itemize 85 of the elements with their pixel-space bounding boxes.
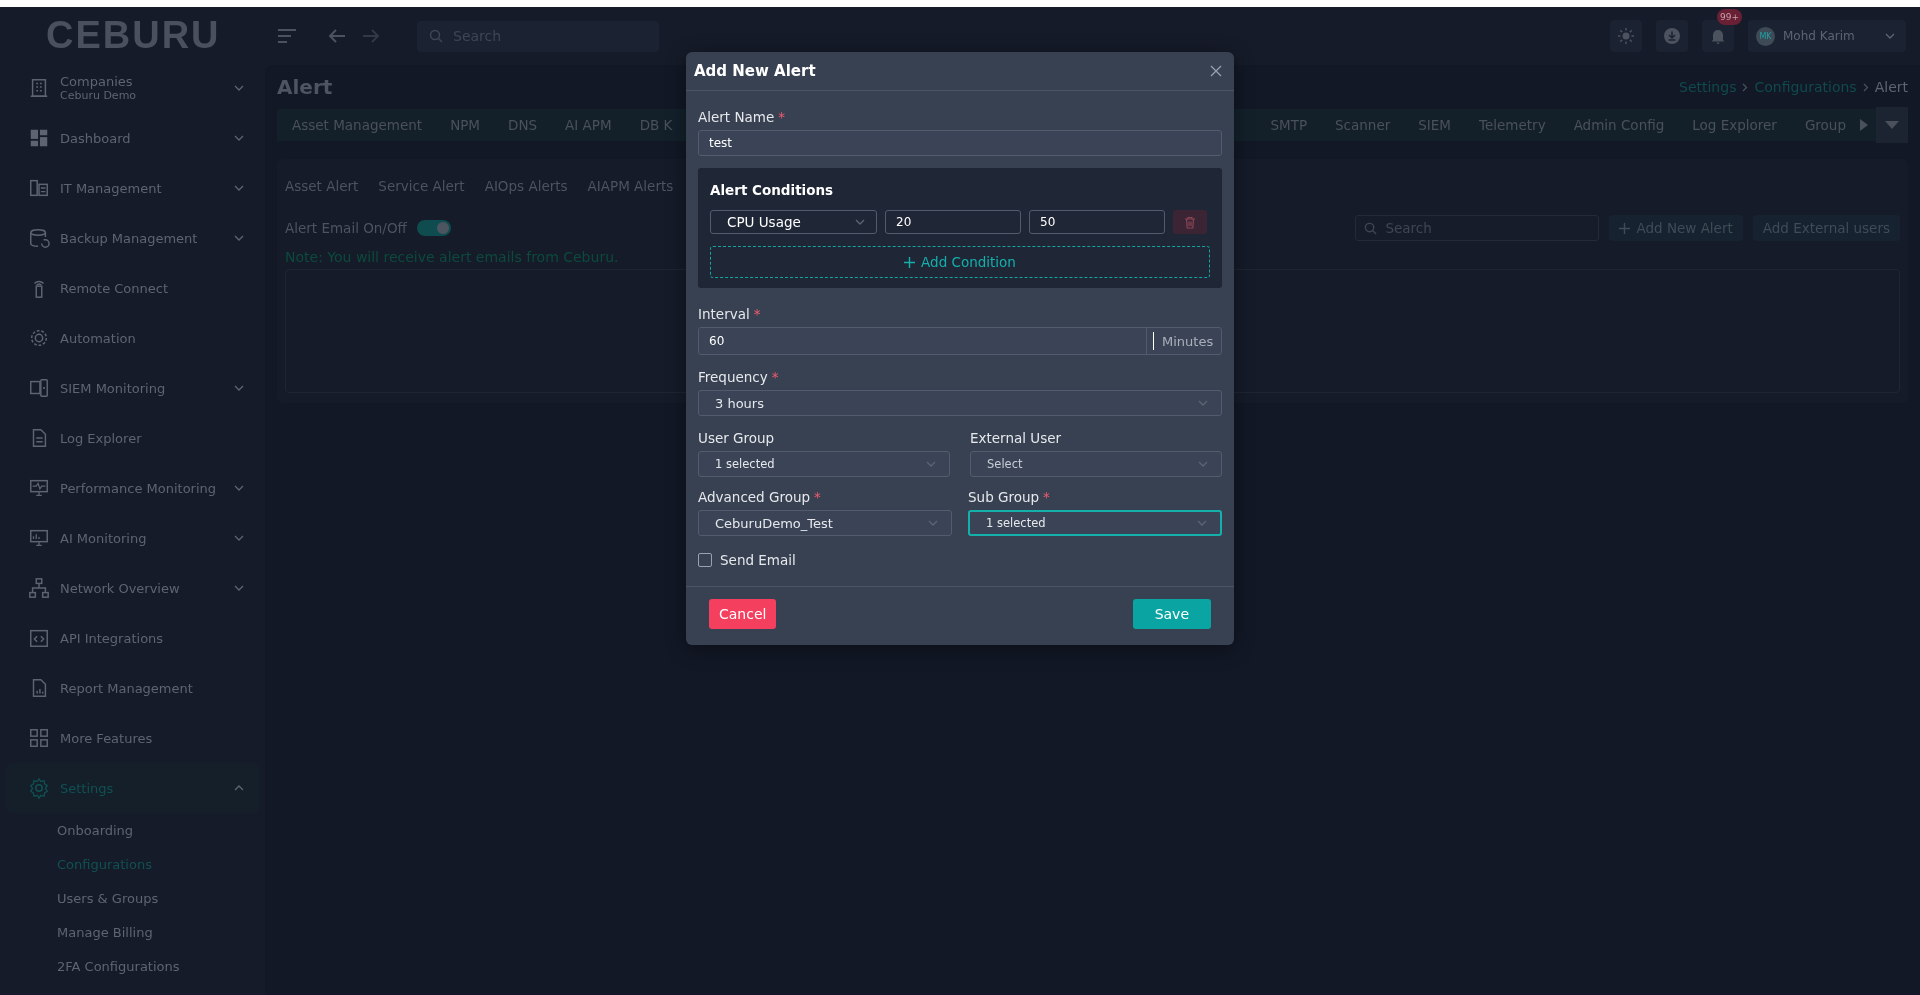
sidebar-item[interactable]: Remote Connect bbox=[6, 263, 259, 313]
toggle-label: Alert Email On/Off bbox=[285, 220, 407, 236]
forward-arrow-icon[interactable] bbox=[361, 28, 381, 44]
search-icon bbox=[429, 29, 443, 43]
input-field[interactable]: 50 bbox=[1029, 210, 1165, 234]
field-label: External User bbox=[970, 430, 1063, 446]
add-condition-button[interactable]: Add Condition bbox=[710, 246, 1210, 278]
sidebar-item[interactable]: Automation bbox=[6, 313, 259, 363]
sidebar-item[interactable]: Network Overview bbox=[6, 563, 259, 613]
scroll-right-icon[interactable] bbox=[1860, 119, 1868, 131]
notification-count: 99+ bbox=[1717, 9, 1742, 25]
sub-tab[interactable]: AIAPM Alerts bbox=[587, 178, 684, 194]
field-label: Alert Name * bbox=[698, 109, 786, 125]
select-field[interactable]: 3 hours bbox=[698, 390, 1222, 416]
checkbox-label: Send Email bbox=[720, 552, 796, 568]
sidebar-item[interactable]: IT Management bbox=[6, 163, 259, 213]
breadcrumb-current: Alert bbox=[1874, 79, 1908, 95]
network-icon bbox=[28, 577, 50, 599]
sidebar-subitem[interactable]: 2FA Configurations bbox=[0, 949, 265, 983]
monitor-icon bbox=[28, 477, 50, 499]
save-button[interactable]: Save bbox=[1132, 599, 1211, 629]
sidebar-item[interactable]: Performance Monitoring bbox=[6, 463, 259, 513]
sub-tab[interactable]: AIOps Alerts bbox=[484, 178, 578, 194]
input-field[interactable]: test bbox=[698, 130, 1222, 156]
search-icon bbox=[1364, 221, 1378, 235]
breadcrumb-separator-icon bbox=[1742, 82, 1749, 92]
select-field[interactable]: 1 selected bbox=[968, 510, 1222, 536]
breadcrumb-separator-icon bbox=[1862, 82, 1869, 92]
section-title: Alert Conditions bbox=[710, 182, 835, 198]
email-toggle[interactable] bbox=[416, 220, 451, 236]
field-label: Frequency * bbox=[698, 369, 780, 385]
avatar: MK bbox=[1756, 26, 1775, 46]
sidebar-item[interactable]: Backup Management bbox=[6, 213, 259, 263]
select-field[interactable]: Select bbox=[970, 451, 1222, 477]
field-label: User Group bbox=[698, 430, 776, 446]
page-title: Alert bbox=[277, 75, 333, 99]
cancel-button[interactable]: Cancel bbox=[709, 599, 777, 629]
devices-icon bbox=[28, 377, 50, 399]
grid-icon bbox=[28, 727, 50, 749]
sidebar-item[interactable]: API Integrations bbox=[6, 613, 259, 663]
menu-icon[interactable] bbox=[277, 28, 297, 44]
dashboard-icon bbox=[28, 127, 50, 149]
sidebar-item[interactable]: AI Monitoring bbox=[6, 513, 259, 563]
input-field[interactable]: 20 bbox=[885, 210, 1021, 234]
code-icon bbox=[28, 627, 50, 649]
sidebar-item[interactable]: Dashboard bbox=[6, 113, 259, 163]
download-button[interactable] bbox=[1656, 20, 1688, 52]
close-icon[interactable] bbox=[1210, 65, 1222, 77]
interval-field[interactable]: 60 Minutes bbox=[698, 327, 1222, 355]
settings-icon bbox=[28, 777, 50, 799]
sub-tab[interactable]: Service Alert bbox=[378, 178, 475, 194]
plus-icon bbox=[904, 256, 916, 268]
select-field[interactable]: CPU Usage bbox=[710, 210, 877, 234]
field-label: Advanced Group * bbox=[698, 489, 822, 505]
select-field[interactable]: CeburuDemo_Test bbox=[698, 510, 952, 536]
sidebar-item[interactable]: Log Explorer bbox=[6, 413, 259, 463]
sidebar-item[interactable]: Companies Ceburu Demo bbox=[6, 63, 259, 113]
field-label: Sub Group * bbox=[968, 489, 1051, 505]
theme-button[interactable] bbox=[1610, 20, 1642, 52]
delete-button[interactable] bbox=[1173, 210, 1207, 234]
monitor-icon bbox=[28, 527, 50, 549]
select-field[interactable]: 1 selected bbox=[698, 451, 950, 477]
checkbox[interactable] bbox=[698, 553, 712, 567]
more-tabs-button[interactable] bbox=[1876, 107, 1908, 143]
back-arrow-icon[interactable] bbox=[327, 28, 347, 44]
building-icon bbox=[28, 77, 50, 99]
sidebar-item[interactable]: More Features bbox=[6, 713, 259, 763]
database-icon bbox=[28, 227, 50, 249]
sidebar-subitem[interactable]: Users & Groups bbox=[0, 881, 265, 915]
plus-icon bbox=[1619, 222, 1631, 234]
dialog-title: Add New Alert bbox=[694, 62, 816, 80]
user-menu[interactable]: MK Mohd Karim bbox=[1748, 20, 1906, 52]
bell-icon bbox=[1710, 28, 1726, 44]
notifications-button[interactable] bbox=[1702, 20, 1734, 52]
sidebar-item[interactable]: Report Management bbox=[6, 663, 259, 713]
sub-tab[interactable]: Asset Alert bbox=[285, 178, 369, 194]
download-icon bbox=[1664, 28, 1680, 44]
sidebar-subitem[interactable]: Manage Billing bbox=[0, 915, 265, 949]
caret-icon bbox=[1885, 121, 1899, 129]
sidebar-item[interactable]: SIEM Monitoring bbox=[6, 363, 259, 413]
field-label: Interval * bbox=[698, 306, 762, 322]
server-icon bbox=[28, 177, 50, 199]
trash-icon bbox=[1184, 215, 1196, 229]
sun-icon bbox=[1618, 28, 1634, 44]
sidebar-subitem[interactable]: Onboarding bbox=[0, 813, 265, 847]
